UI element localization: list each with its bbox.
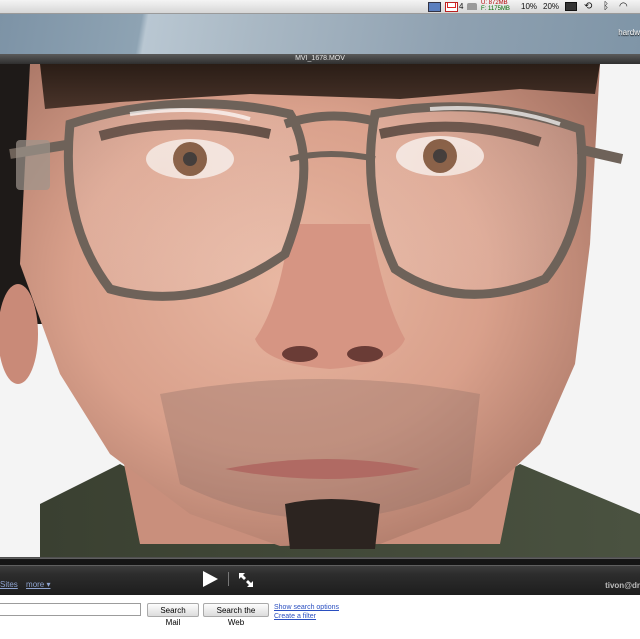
sites-link[interactable]: Sites	[0, 580, 18, 589]
bluetooth-icon[interactable]: ᛒ	[603, 0, 609, 13]
video-frame[interactable]	[0, 64, 640, 557]
calendar-icon[interactable]	[428, 0, 441, 13]
time-machine-icon[interactable]: ⟲	[584, 0, 592, 13]
account-email[interactable]: tivon@dr	[605, 581, 640, 590]
search-web-button[interactable]: Search the Web	[203, 603, 269, 627]
play-icon	[203, 571, 218, 587]
desktop-item-label[interactable]: hardw	[618, 28, 640, 37]
play-button[interactable]	[200, 570, 220, 588]
mail-count: 4	[459, 2, 464, 11]
search-option-links: Show search options Create a filter	[274, 603, 339, 621]
wifi-icon[interactable]: ◠	[619, 0, 628, 13]
cpu-usage-2[interactable]: 20%	[543, 0, 559, 13]
control-divider	[228, 572, 229, 586]
cpu-usage-1[interactable]: 10%	[521, 0, 537, 13]
memory-free: F: 1175MB	[481, 6, 510, 12]
desktop-background	[0, 14, 640, 54]
search-area: Search Mail Search the Web Show search o…	[0, 595, 640, 639]
menu-bar: 4 U: 872MB F: 1175MB 10% 20% ⟲ ᛒ ◠	[0, 0, 640, 14]
search-input[interactable]	[0, 603, 141, 616]
fullscreen-icon	[239, 573, 253, 587]
memory-monitor[interactable]: U: 872MB F: 1175MB	[481, 0, 510, 12]
player-controls	[0, 557, 640, 595]
search-mail-button[interactable]: Search Mail	[147, 603, 199, 627]
gmail-links: Sites more ▾	[0, 580, 57, 589]
create-filter-link[interactable]: Create a filter	[274, 612, 339, 621]
show-search-options-link[interactable]: Show search options	[274, 603, 339, 612]
display-icon[interactable]	[565, 0, 577, 13]
video-portrait-image	[0, 64, 640, 557]
scrub-bar[interactable]	[0, 558, 640, 566]
gmail-icon[interactable]	[445, 0, 458, 13]
fullscreen-button[interactable]	[237, 571, 255, 589]
player-title[interactable]: MVI_1678.MOV	[0, 54, 640, 64]
more-link[interactable]: more ▾	[26, 580, 50, 589]
disk-icon[interactable]	[467, 0, 477, 13]
